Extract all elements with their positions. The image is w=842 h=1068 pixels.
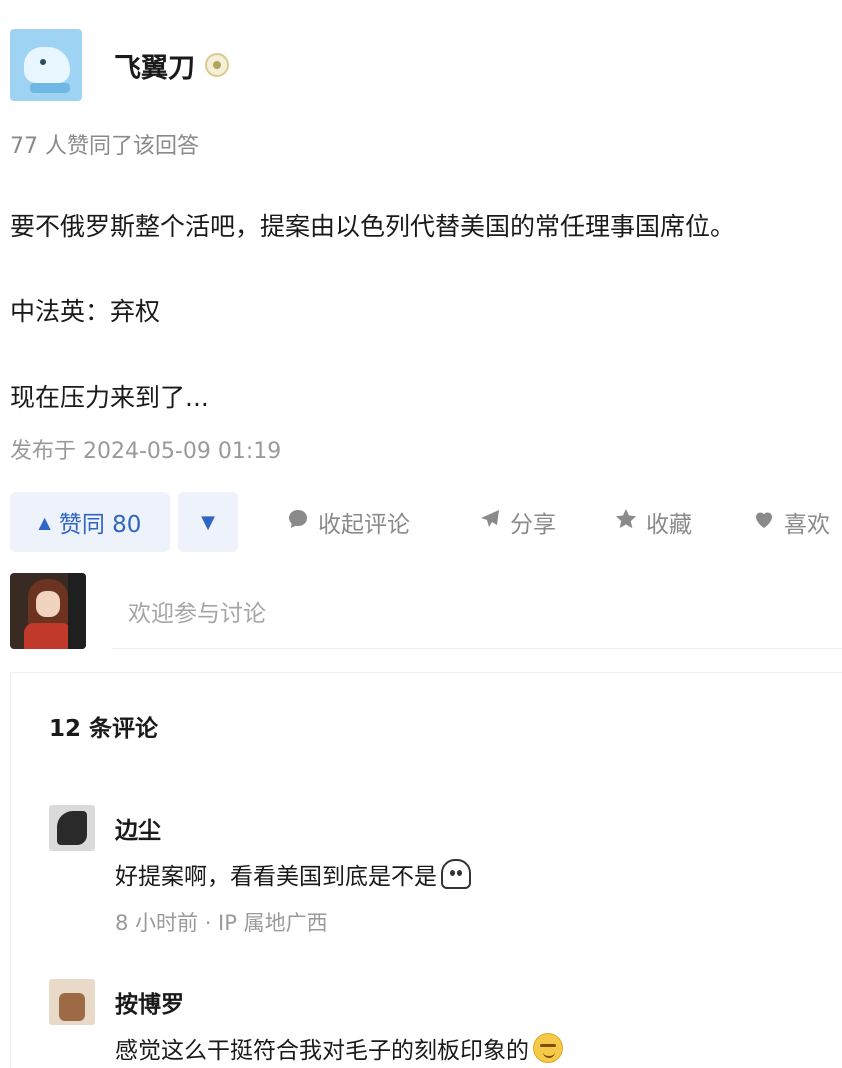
author-name[interactable]: 飞翼刀 (114, 46, 195, 85)
share-label: 分享 (510, 512, 556, 538)
author-avatar[interactable] (10, 29, 82, 101)
commenter-name[interactable]: 边尘 (115, 811, 161, 845)
heart-icon (752, 507, 776, 537)
answer-page: 飞翼刀 77 人赞同了该回答 要不俄罗斯整个活吧，提案由以色列代替美国的常任理事… (0, 0, 842, 1068)
comments-count-title: 12 条评论 (49, 716, 159, 742)
comment-bubble-icon (286, 507, 310, 537)
paper-plane-icon (478, 507, 502, 537)
author-row: 飞翼刀 (10, 28, 229, 102)
comment-text: 好提案啊，看看美国到底是不是 (115, 857, 471, 891)
downvote-button[interactable]: ▼ (178, 492, 238, 552)
current-user-avatar (10, 573, 86, 649)
collect-button[interactable]: 收藏 (614, 492, 692, 552)
commenter-avatar[interactable] (49, 805, 95, 851)
comment-text-content: 感觉这么干挺符合我对毛子的刻板印象的 (115, 1038, 529, 1064)
upvote-button[interactable]: ▲ 赞同 80 (10, 492, 170, 552)
comment-text: 感觉这么干挺符合我对毛子的刻板印象的 (115, 1031, 563, 1065)
comments-panel: 12 条评论 边尘 好提案啊，看看美国到底是不是 8 小时前 · IP 属地广西… (10, 672, 842, 1068)
triangle-down-icon: ▼ (201, 511, 215, 533)
star-icon (614, 507, 638, 537)
comment-meta: 8 小时前 · IP 属地广西 (115, 911, 328, 935)
commenter-name[interactable]: 按博罗 (115, 985, 184, 1019)
upvote-label: 赞同 80 (58, 512, 142, 538)
comment-text-content: 好提案啊，看看美国到底是不是 (115, 864, 437, 890)
answer-paragraph: 要不俄罗斯整个活吧，提案由以色列代替美国的常任理事国席位。 (10, 212, 736, 241)
badge-icon (205, 53, 229, 77)
share-button[interactable]: 分享 (478, 492, 556, 552)
smirk-emoji-icon (533, 1033, 563, 1063)
answer-paragraph: 中法英：弃权 (10, 297, 161, 326)
publish-time: 发布于 2024-05-09 01:19 (10, 439, 282, 464)
ghost-emoji-icon (441, 859, 471, 889)
triangle-up-icon: ▲ (38, 512, 51, 532)
answer-paragraph: 现在压力来到了... (10, 383, 209, 412)
likes-summary: 77 人赞同了该回答 (10, 134, 199, 159)
like-label: 喜欢 (784, 512, 830, 538)
comment-input[interactable]: 欢迎参与讨论 (112, 573, 842, 649)
collapse-comments-button[interactable]: 收起评论 (286, 492, 410, 552)
collect-label: 收藏 (646, 512, 692, 538)
action-bar: ▲ 赞同 80 ▼ 收起评论 分享 收藏 喜欢 (10, 492, 842, 552)
like-button[interactable]: 喜欢 (752, 492, 830, 552)
comment-composer: 欢迎参与讨论 (10, 572, 842, 650)
collapse-comments-label: 收起评论 (318, 512, 410, 538)
commenter-avatar[interactable] (49, 979, 95, 1025)
